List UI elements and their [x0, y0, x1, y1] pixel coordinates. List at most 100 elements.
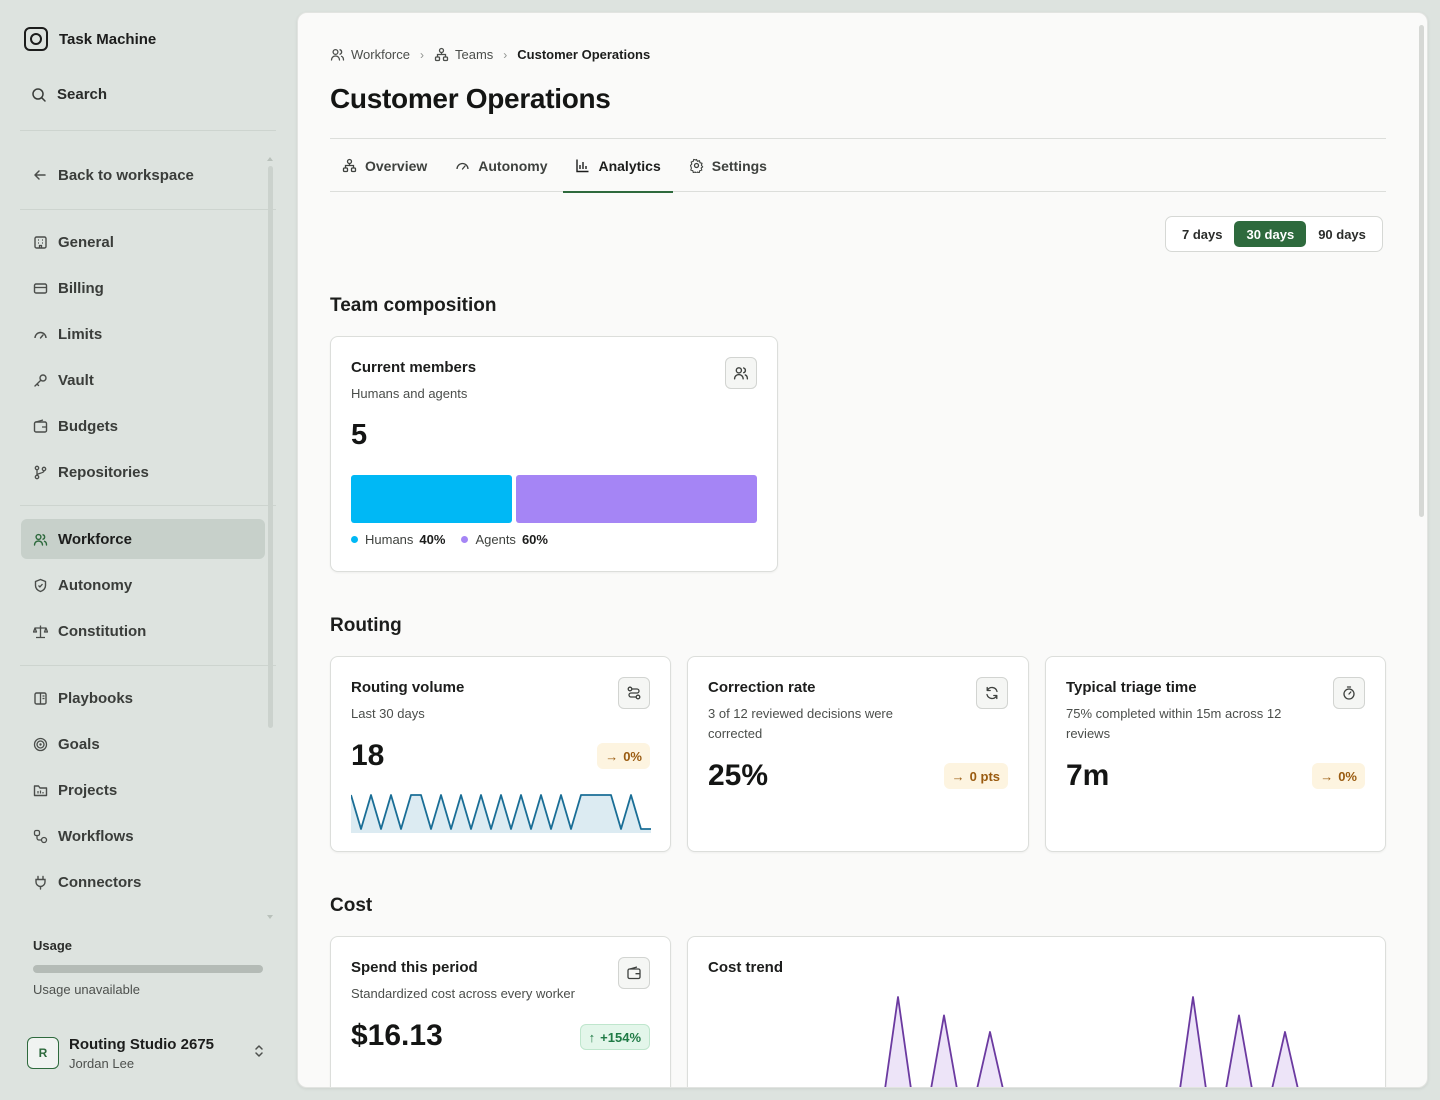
- sidebar-item-goals[interactable]: Goals: [21, 724, 265, 764]
- card-subtitle: Humans and agents: [351, 386, 468, 401]
- range-7-days-button[interactable]: 7 days: [1170, 221, 1234, 247]
- breadcrumb-label: Teams: [455, 47, 494, 62]
- wallet-icon[interactable]: [618, 957, 650, 989]
- sidebar-item-autonomy[interactable]: Autonomy: [21, 565, 265, 605]
- sidebar-item-label: Vault: [58, 371, 94, 389]
- cost-trend-chart: [884, 996, 1299, 1087]
- sidebar-item-label: Workflows: [58, 827, 134, 845]
- account-name: Routing Studio 2675: [69, 1035, 215, 1053]
- range-90-days-button[interactable]: 90 days: [1306, 221, 1378, 247]
- spend-card: Spend this period Standardized cost acro…: [330, 936, 671, 1087]
- sidebar-item-connectors[interactable]: Connectors: [21, 862, 265, 902]
- sidebar-item-billing[interactable]: Billing: [21, 268, 265, 308]
- sidebar-item-budgets[interactable]: Budgets: [21, 406, 265, 446]
- chevron-right-icon: ›: [503, 47, 508, 62]
- cost-peak-area: [1180, 997, 1206, 1087]
- legend-label: Agents: [475, 532, 516, 547]
- card-subtitle: 3 of 12 reviewed decisions were correcte…: [708, 706, 893, 741]
- sidebar-search[interactable]: Search: [31, 86, 107, 103]
- scroll-down-arrow[interactable]: [267, 915, 273, 919]
- timer-icon[interactable]: [1333, 677, 1365, 709]
- shield-icon: [32, 577, 48, 593]
- legend-value: 60%: [521, 532, 548, 547]
- arrow-left-icon: [32, 167, 48, 183]
- routing-volume-delta: → 0%: [597, 743, 650, 769]
- range-30-days-button[interactable]: 30 days: [1234, 221, 1307, 247]
- routing-volume-card: Routing volume Last 30 days 18 → 0%: [330, 656, 671, 852]
- sidebar-item-label: Goals: [58, 735, 100, 753]
- section-title-routing: Routing: [330, 615, 402, 636]
- breadcrumb-teams[interactable]: Teams: [434, 47, 493, 62]
- triage-time-card: Typical triage time 75% completed within…: [1045, 656, 1386, 852]
- sidebar-item-repositories[interactable]: Repositories: [21, 452, 265, 492]
- sidebar-item-label: Budgets: [58, 417, 118, 435]
- wallet-icon: [32, 418, 48, 434]
- breadcrumb: Workforce › Teams › Customer Operations: [330, 47, 650, 62]
- sidebar-item-playbooks[interactable]: Playbooks: [21, 678, 265, 718]
- page-title: Customer Operations: [330, 83, 611, 114]
- humans-dot: [351, 536, 358, 543]
- breadcrumb-current: Customer Operations: [517, 47, 651, 62]
- divider: [20, 130, 276, 131]
- members-card: Current members Humans and agents 5 Huma…: [330, 336, 778, 572]
- sidebar-item-limits[interactable]: Limits: [21, 314, 265, 354]
- date-range-selector: 7 days 30 days 90 days: [1165, 216, 1383, 252]
- account-switcher[interactable]: R Routing Studio 2675 Jordan Lee: [27, 1031, 273, 1075]
- users-icon: [32, 531, 48, 547]
- routing-icon[interactable]: [618, 677, 650, 709]
- account-user: Jordan Lee: [69, 1055, 135, 1071]
- triage-time-value: 7m: [1066, 759, 1110, 792]
- users-icon[interactable]: [725, 357, 757, 389]
- building-icon: [32, 234, 48, 250]
- tab-label: Analytics: [598, 157, 661, 174]
- gauge-icon: [32, 326, 48, 342]
- target-icon: [32, 736, 48, 752]
- refresh-icon[interactable]: [976, 677, 1008, 709]
- tab-analytics[interactable]: Analytics: [563, 139, 673, 193]
- sidebar: Task Machine Search Back to workspace Ge…: [0, 0, 297, 1100]
- tab-label: Overview: [365, 157, 428, 174]
- divider: [20, 665, 276, 666]
- chevron-right-icon: ›: [420, 47, 424, 62]
- breadcrumb-workforce[interactable]: Workforce: [330, 47, 410, 62]
- org-chart-icon: [434, 47, 449, 62]
- plug-icon: [32, 874, 48, 890]
- cost-peak-area: [931, 1015, 957, 1087]
- sidebar-item-vault[interactable]: Vault: [21, 360, 265, 400]
- usage-bar: [33, 965, 263, 973]
- brand[interactable]: Task Machine: [24, 27, 156, 51]
- main-scrollbar[interactable]: [1419, 25, 1424, 517]
- tab-label: Autonomy: [478, 157, 548, 174]
- card-title: Cost trend: [708, 959, 783, 976]
- tab-overview[interactable]: Overview: [330, 139, 439, 192]
- back-to-workspace-link[interactable]: Back to workspace: [21, 155, 265, 195]
- search-icon: [32, 87, 46, 102]
- sidebar-item-workflows[interactable]: Workflows: [21, 816, 265, 856]
- users-icon: [330, 48, 345, 61]
- sidebar-item-label: Connectors: [58, 873, 142, 891]
- breadcrumb-label: Workforce: [351, 47, 410, 62]
- arrow-right-icon: →: [951, 768, 965, 784]
- sidebar-item-label: Billing: [58, 279, 104, 297]
- agents-dot: [461, 536, 469, 543]
- sidebar-item-general[interactable]: General: [21, 222, 265, 262]
- tab-autonomy[interactable]: Autonomy: [443, 139, 559, 192]
- sidebar-item-label: Repositories: [58, 463, 149, 481]
- scroll-up-arrow[interactable]: [267, 157, 273, 161]
- sidebar-item-projects[interactable]: Projects: [21, 770, 265, 810]
- card-subtitle: Standardized cost across every worker: [351, 986, 575, 1001]
- card-title: Routing volume: [351, 679, 465, 696]
- sidebar-item-label: Projects: [58, 781, 118, 799]
- delta-value: 0%: [623, 748, 642, 764]
- correction-rate-value: 25%: [708, 759, 769, 792]
- tab-settings[interactable]: Settings: [677, 139, 779, 192]
- correction-rate-card: Correction rate 3 of 12 reviewed decisio…: [687, 656, 1029, 852]
- correction-rate-delta: → 0 pts: [943, 763, 1008, 789]
- sidebar-item-constitution[interactable]: Constitution: [21, 611, 265, 651]
- sidebar-item-workforce[interactable]: Workforce: [21, 519, 265, 559]
- section-title-cost: Cost: [330, 895, 373, 916]
- card-subtitle: 75% completed within 15m across 12 revie…: [1066, 706, 1282, 741]
- sidebar-scrollbar[interactable]: [268, 166, 273, 728]
- book-icon: [32, 690, 48, 706]
- gear-icon: [689, 158, 703, 173]
